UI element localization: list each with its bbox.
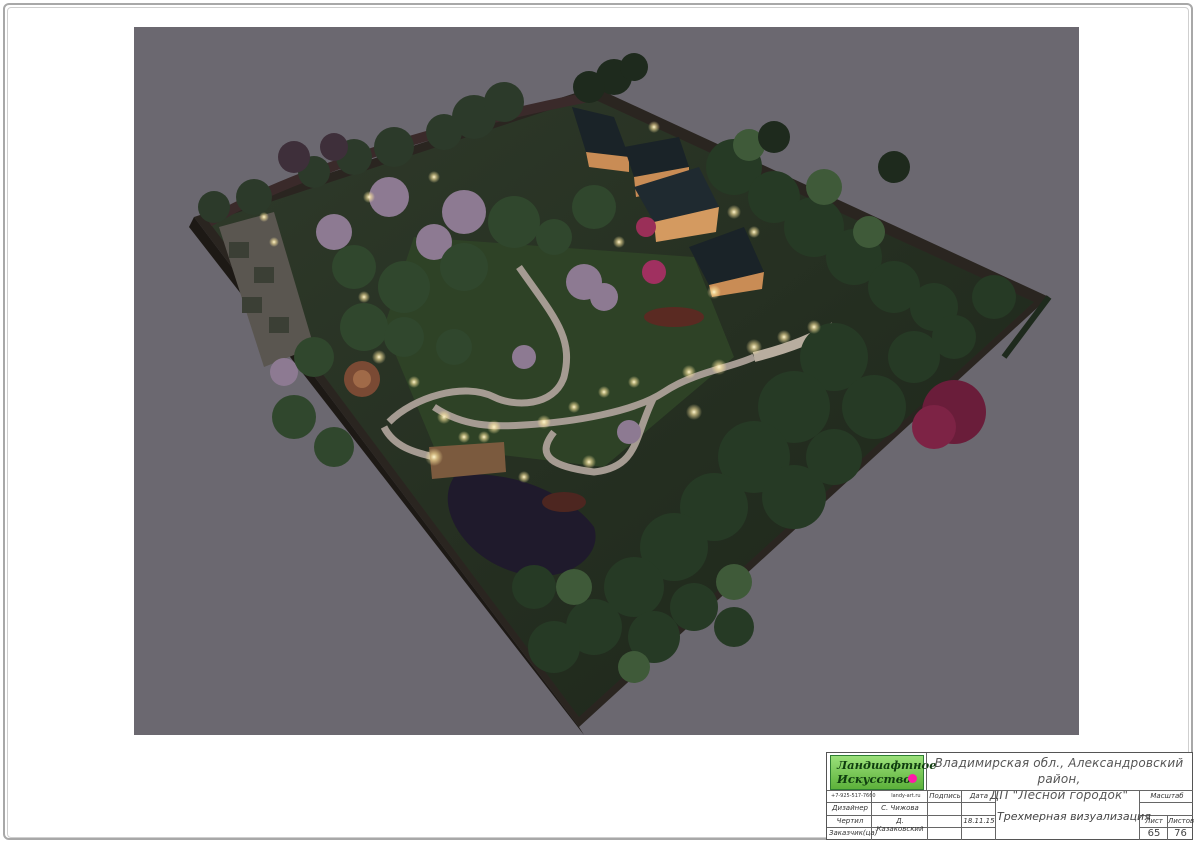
client-role: Заказчик(ца) bbox=[829, 829, 878, 837]
sheet-title: Трехмерная визуализация bbox=[997, 810, 1151, 823]
sheets-label: Листов bbox=[1168, 817, 1195, 825]
designer-name: С. Чижова bbox=[881, 804, 919, 812]
phone-number: +7-925-517-7660 bbox=[831, 793, 876, 799]
drafter-role: Чертил bbox=[836, 817, 864, 825]
sheet-number: 65 bbox=[1147, 828, 1161, 839]
drawing-date: 18.11.15 bbox=[963, 817, 995, 825]
company-logo: Ландшафтное Искусство bbox=[830, 755, 937, 790]
landscape-3d-render bbox=[134, 27, 1079, 735]
website: landy-art.ru bbox=[891, 793, 921, 799]
date-header: Дата bbox=[969, 792, 989, 800]
logo-dot-icon bbox=[908, 774, 917, 783]
garden-render-image bbox=[189, 53, 1052, 735]
sheet-total: 76 bbox=[1174, 828, 1187, 839]
address-line-1: Владимирская обл., Александровский район… bbox=[934, 756, 1184, 786]
sheet-label: Лист bbox=[1145, 817, 1163, 825]
contacts: +7-925-517-7660 landy-art.ru bbox=[831, 793, 935, 799]
scale-header: Масштаб bbox=[1150, 792, 1184, 800]
logo-line-1: Ландшафтное bbox=[837, 758, 937, 772]
designer-role: Дизайнер bbox=[832, 804, 868, 812]
signature-header: Подпись bbox=[929, 792, 961, 800]
title-block: Ландшафтное Искусство +7-925-517-7660 la… bbox=[826, 752, 1195, 840]
drafter-name: Д. Казаковский bbox=[876, 817, 924, 833]
logo-line-2: Искусство bbox=[837, 772, 911, 786]
